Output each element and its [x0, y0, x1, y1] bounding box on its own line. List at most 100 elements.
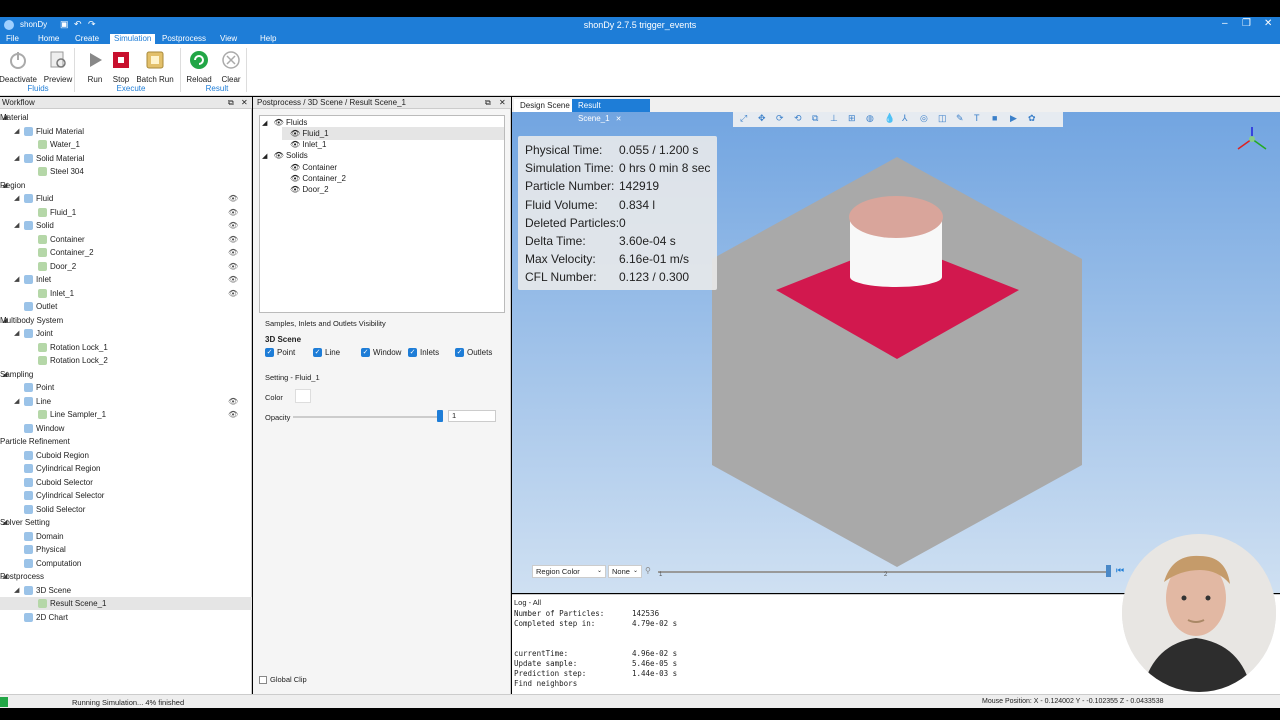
expand-icon[interactable]: ◢ [14, 219, 19, 232]
visibility-eye-icon[interactable]: 👁 [228, 395, 238, 408]
expand-icon[interactable]: ◢ [14, 395, 19, 408]
timeline-handle[interactable] [1106, 565, 1111, 577]
workflow-item-sampling[interactable]: ◢ Sampling [0, 368, 252, 381]
workflow-item-solid-selector[interactable]: Solid Selector [0, 503, 252, 516]
tab-result-scene[interactable]: Result Scene_1 ✕ [572, 99, 650, 123]
expand-icon[interactable]: ◢ [14, 152, 19, 165]
workflow-item-computation[interactable]: Computation [0, 557, 252, 570]
visibility-eye-icon[interactable]: 👁 [228, 219, 238, 232]
axis-icon[interactable]: ⊥ [830, 113, 838, 124]
workflow-item-physical[interactable]: Physical [0, 543, 252, 556]
none-dropdown[interactable]: None ⌄ [608, 565, 642, 578]
workflow-item-region[interactable]: ◢ Region [0, 179, 252, 192]
workflow-item-particle-refinement[interactable]: Particle Refinement [0, 435, 252, 448]
workflow-item-cylindrical-selector[interactable]: Cylindrical Selector [0, 489, 252, 502]
workflow-item-cylindrical-region[interactable]: Cylindrical Region [0, 462, 252, 475]
color-icon[interactable]: ■ [992, 113, 997, 123]
visibility-eye-icon[interactable]: 👁 [228, 287, 238, 300]
menu-home[interactable]: Home [34, 34, 63, 44]
menu-help[interactable]: Help [256, 34, 280, 44]
rotate-axis-icon[interactable]: ⟲ [794, 113, 802, 124]
rotate-icon[interactable]: ⟳ [776, 113, 784, 124]
workflow-item-rotation-lock-2[interactable]: Rotation Lock_2 [0, 354, 252, 367]
axes-icon[interactable]: ⅄ [902, 113, 908, 124]
opacity-spinbox[interactable]: 1 [448, 410, 496, 422]
workflow-item-cuboid-selector[interactable]: Cuboid Selector [0, 476, 252, 489]
workflow-item-solid[interactable]: ◢ Solid 👁 [0, 219, 252, 232]
workflow-item-solid-material[interactable]: ◢ Solid Material [0, 152, 252, 165]
global-clip-checkbox[interactable]: Global Clip [259, 675, 307, 685]
workflow-item-inlet-1[interactable]: Inlet_1 👁 [0, 287, 252, 300]
close-tab-icon[interactable]: ✕ [616, 116, 622, 123]
skip-back-icon[interactable]: ⏮ [1116, 565, 1124, 576]
visibility-eye-icon[interactable]: 👁 [228, 273, 238, 286]
workflow-item-2d-chart[interactable]: 2D Chart [0, 611, 252, 624]
text-icon[interactable]: T [974, 113, 980, 123]
float-icon[interactable]: ⧉ [228, 97, 234, 109]
workflow-item-door-2[interactable]: Door_2 👁 [0, 260, 252, 273]
opacity-slider[interactable] [293, 416, 441, 418]
expand-icon[interactable]: ◢ [14, 327, 19, 340]
pan-icon[interactable]: ✥ [758, 113, 766, 124]
opacity-slider-handle[interactable] [437, 410, 443, 422]
workflow-item-container-2[interactable]: Container_2 👁 [0, 246, 252, 259]
target-icon[interactable]: ◎ [920, 113, 928, 124]
workflow-item-multibody-system[interactable]: ◢ Multibody System [0, 314, 252, 327]
preview-button[interactable]: Preview [38, 49, 78, 84]
workflow-item-line-sampler-1[interactable]: Line Sampler_1 👁 [0, 408, 252, 421]
workflow-item-water-1[interactable]: Water_1 [0, 138, 252, 151]
menu-view[interactable]: View [216, 34, 241, 44]
workflow-item-fluid-1[interactable]: Fluid_1 👁 [0, 206, 252, 219]
menu-simulation[interactable]: Simulation [110, 34, 156, 44]
workflow-item-inlet[interactable]: ◢ Inlet 👁 [0, 273, 252, 286]
menu-create[interactable]: Create [71, 34, 103, 44]
menu-postprocess[interactable]: Postprocess [158, 34, 210, 44]
color-swatch[interactable] [295, 389, 311, 403]
region-color-dropdown[interactable]: Region Color ⌄ [532, 565, 606, 578]
box-view-icon[interactable]: ⧉ [812, 113, 818, 124]
checkbox-point[interactable]: ✓ Point [265, 348, 295, 358]
deactivate-button[interactable]: Deactivate [0, 49, 38, 84]
workflow-item-container[interactable]: Container 👁 [0, 233, 252, 246]
checkbox-outlets[interactable]: ✓ Outlets [455, 348, 492, 358]
minimize-icon[interactable]: – [1222, 18, 1228, 29]
visibility-eye-icon[interactable]: 👁 [228, 260, 238, 273]
checkbox-line[interactable]: ✓ Line [313, 348, 340, 358]
tree-row-door-2[interactable]: 👁 Door_2 [282, 183, 329, 196]
close-panel-icon[interactable]: ✕ [241, 97, 248, 109]
menu-file[interactable]: File [2, 34, 23, 44]
workflow-item-material[interactable]: ◢ Material [0, 111, 252, 124]
workflow-item-fluid-material[interactable]: ◢ Fluid Material [0, 125, 252, 138]
grid-icon[interactable]: ⊞ [848, 113, 856, 124]
clear-button[interactable]: Clear [211, 49, 251, 84]
workflow-item-result-scene-1[interactable]: Result Scene_1 [0, 597, 252, 610]
workflow-item-solver-setting[interactable]: ◢ Solver Setting [0, 516, 252, 529]
zoom-fit-icon[interactable]: ⤢ [740, 113, 747, 124]
drop-icon[interactable]: 💧 [884, 113, 895, 124]
visibility-eye-icon[interactable]: 👁 [228, 246, 238, 259]
expand-icon[interactable]: ◢ [14, 125, 19, 138]
close-icon[interactable]: ✕ [1264, 18, 1272, 29]
visibility-eye-icon[interactable]: 👁 [228, 408, 238, 421]
workflow-item-window[interactable]: Window [0, 422, 252, 435]
workflow-item-fluid[interactable]: ◢ Fluid 👁 [0, 192, 252, 205]
tab-design-scene[interactable]: Design Scene [514, 99, 576, 112]
visibility-eye-icon[interactable]: 👁 [228, 206, 238, 219]
globe-icon[interactable]: ◍ [866, 113, 874, 124]
workflow-item-domain[interactable]: Domain [0, 530, 252, 543]
workflow-item-cuboid-region[interactable]: Cuboid Region [0, 449, 252, 462]
workflow-item-joint[interactable]: ◢ Joint [0, 327, 252, 340]
workflow-item-3d-scene[interactable]: ◢ 3D Scene [0, 584, 252, 597]
batch-run-button[interactable]: Batch Run [135, 49, 175, 84]
workflow-item-point[interactable]: Point [0, 381, 252, 394]
workflow-item-line[interactable]: ◢ Line 👁 [0, 395, 252, 408]
expand-icon[interactable]: ◢ [14, 273, 19, 286]
video-icon[interactable]: ▶ [1010, 113, 1017, 124]
filter-icon[interactable]: ⚲ [645, 566, 651, 575]
timeline-slider[interactable] [658, 571, 1108, 573]
workflow-item-outlet[interactable]: Outlet [0, 300, 252, 313]
float-icon[interactable]: ⧉ [485, 97, 491, 109]
workflow-item-postprocess[interactable]: ◢ Postprocess [0, 570, 252, 583]
checkbox-window[interactable]: ✓ Window [361, 348, 401, 358]
expand-icon[interactable]: ◢ [14, 584, 19, 597]
